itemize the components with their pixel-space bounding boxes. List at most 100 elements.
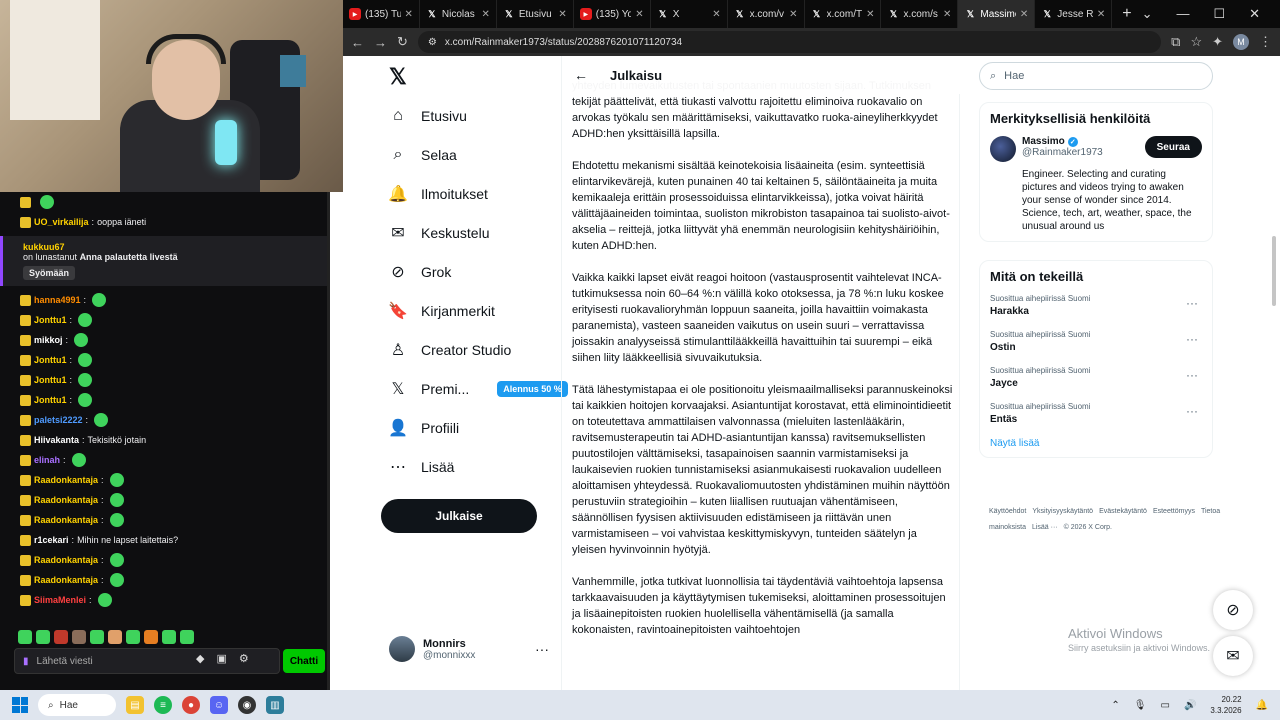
close-tab-icon[interactable]: ✕ bbox=[405, 9, 413, 20]
more-dots-icon[interactable]: ··· bbox=[535, 641, 549, 657]
more-dots-icon[interactable]: ··· bbox=[1186, 332, 1198, 346]
chevron-down-icon[interactable]: ⌄ bbox=[1142, 6, 1153, 22]
sidebar-item-more[interactable]: ⋯ Lisää bbox=[389, 454, 454, 480]
chat-badge-icon[interactable] bbox=[20, 574, 31, 586]
show-more-link[interactable]: Näytä lisää bbox=[990, 438, 1202, 449]
settings-gear-icon[interactable]: ⚙ bbox=[239, 652, 249, 665]
emote-icon[interactable] bbox=[109, 573, 124, 587]
footer-link[interactable]: Käyttöehdot bbox=[989, 508, 1026, 515]
notepad-icon[interactable]: ▥ bbox=[266, 696, 284, 714]
emote-icon[interactable] bbox=[109, 473, 124, 487]
back-arrow-icon[interactable]: ← bbox=[574, 67, 588, 83]
close-tab-icon[interactable]: ✕ bbox=[1097, 9, 1105, 20]
microphone-icon[interactable]: 🎙 bbox=[1134, 700, 1147, 711]
emote-icon[interactable] bbox=[108, 630, 122, 644]
close-tab-icon[interactable]: ✕ bbox=[943, 9, 951, 20]
chat-username[interactable]: elinah bbox=[34, 455, 60, 465]
close-tab-icon[interactable]: ✕ bbox=[1020, 9, 1028, 20]
browser-tab[interactable]: 𝕏 X ✕ bbox=[651, 0, 728, 28]
chevron-up-icon[interactable]: ⌃ bbox=[1111, 700, 1119, 711]
trend-item[interactable]: Suosittua aihepiirissä Suomi Harakka ··· bbox=[990, 294, 1202, 317]
extensions-icon[interactable]: ✦ bbox=[1212, 34, 1223, 50]
new-tab-button[interactable]: + bbox=[1112, 5, 1141, 23]
mic-icon[interactable]: ▮ bbox=[23, 656, 29, 667]
chat-badge-icon[interactable] bbox=[20, 494, 31, 506]
chat-badge-icon[interactable] bbox=[20, 216, 31, 228]
chat-send-button[interactable]: Chatti bbox=[283, 649, 325, 673]
emote-icon[interactable] bbox=[18, 630, 32, 644]
spotify-icon[interactable]: ≡ bbox=[154, 696, 172, 714]
sidebar-item-profile[interactable]: 👤 Profiili bbox=[388, 415, 459, 441]
chat-badge-icon[interactable] bbox=[20, 414, 31, 426]
emote-icon[interactable] bbox=[109, 553, 124, 567]
chat-username[interactable]: SiimaMenlei bbox=[34, 595, 86, 605]
emote-icon[interactable] bbox=[90, 630, 104, 644]
more-dots-icon[interactable]: ··· bbox=[1186, 404, 1198, 418]
chat-scrollbar[interactable] bbox=[327, 192, 330, 690]
emote-icon[interactable] bbox=[92, 293, 107, 307]
search-input[interactable]: ⌕ Hae bbox=[979, 62, 1213, 90]
discord-icon[interactable]: ☺ bbox=[210, 696, 228, 714]
footer-link[interactable]: Evästekäytäntö bbox=[1099, 508, 1147, 515]
close-tab-icon[interactable]: ✕ bbox=[789, 9, 797, 20]
gift-icon[interactable]: ▣ bbox=[216, 652, 226, 665]
footer-link[interactable]: Yksityisyyskäytäntö bbox=[1032, 508, 1093, 515]
clock[interactable]: 20.22 3.3.2026 bbox=[1210, 694, 1241, 716]
emote-icon[interactable] bbox=[109, 513, 124, 527]
chat-badge-icon[interactable] bbox=[20, 334, 31, 346]
emote-icon[interactable] bbox=[71, 453, 86, 467]
windows-start-icon[interactable] bbox=[12, 697, 28, 713]
browser-menu-icon[interactable]: ⋮ bbox=[1259, 34, 1272, 50]
network-icon[interactable]: ▭ bbox=[1161, 700, 1170, 711]
url-field[interactable]: ⚙ x.com/Rainmaker1973/status/20288762010… bbox=[417, 31, 1162, 53]
install-app-icon[interactable]: ⧉ bbox=[1171, 34, 1180, 50]
browser-tab[interactable]: ▶ (135) Tu ✕ bbox=[343, 0, 420, 28]
site-info-icon[interactable]: ⚙ bbox=[428, 37, 437, 48]
chat-badge-icon[interactable] bbox=[20, 474, 31, 486]
chat-badge-icon[interactable] bbox=[20, 314, 31, 326]
chat-username[interactable]: Jonttu1 bbox=[34, 375, 67, 385]
browser-tab[interactable]: 𝕏 Etusivu ✕ bbox=[497, 0, 574, 28]
emote-icon[interactable] bbox=[40, 195, 54, 209]
page-scrollbar[interactable] bbox=[1272, 236, 1276, 306]
messages-icon[interactable]: ✉ bbox=[1213, 636, 1253, 676]
close-window-button[interactable]: ✕ bbox=[1249, 6, 1260, 22]
sidebar-item-grok[interactable]: ⊘ Grok bbox=[389, 259, 451, 285]
emote-icon[interactable] bbox=[144, 630, 158, 644]
redeem-user[interactable]: kukkuu67 bbox=[23, 242, 310, 252]
close-tab-icon[interactable]: ✕ bbox=[712, 9, 720, 20]
browser-tab[interactable]: 𝕏x.com/v ✕ bbox=[728, 0, 805, 28]
trend-item[interactable]: Suosittua aihepiirissä Suomi Jayce ··· bbox=[990, 366, 1202, 389]
emote-icon[interactable] bbox=[162, 630, 176, 644]
chat-username[interactable]: paletsi2222 bbox=[34, 415, 83, 425]
close-tab-icon[interactable]: ✕ bbox=[558, 9, 566, 20]
sidebar-item-creator-studio[interactable]: ♙ Creator Studio bbox=[389, 337, 511, 363]
close-tab-icon[interactable]: ✕ bbox=[866, 9, 874, 20]
minimize-button[interactable]: — bbox=[1176, 6, 1189, 22]
chat-username[interactable]: Raadonkantaja bbox=[34, 575, 98, 585]
footer-link[interactable]: © 2026 X Corp. bbox=[1064, 524, 1112, 531]
browser-tab[interactable]: 𝕏 Nicolas ✕ bbox=[420, 0, 497, 28]
trend-item[interactable]: Suosittua aihepiirissä Suomi Entäs ··· bbox=[990, 402, 1202, 425]
sidebar-item-explore[interactable]: ⌕ Selaa bbox=[389, 142, 457, 168]
sidebar-item-home[interactable]: ⌂ Etusivu bbox=[389, 103, 467, 129]
forward-arrow-icon[interactable]: → bbox=[374, 35, 387, 50]
chat-username[interactable]: Jonttu1 bbox=[34, 355, 67, 365]
emote-icon[interactable] bbox=[109, 493, 124, 507]
more-dots-icon[interactable]: ··· bbox=[1186, 296, 1198, 310]
emote-icon[interactable] bbox=[78, 373, 93, 387]
chat-badge-icon[interactable] bbox=[20, 534, 31, 546]
chat-username[interactable]: UO_virkailija bbox=[34, 217, 89, 227]
emote-icon[interactable] bbox=[94, 413, 109, 427]
chat-badge-icon[interactable] bbox=[20, 594, 31, 606]
emote-icon[interactable] bbox=[180, 630, 194, 644]
sidebar-item-bookmarks[interactable]: 🔖 Kirjanmerkit bbox=[388, 298, 495, 324]
chat-username[interactable]: Hiivakanta bbox=[34, 435, 79, 445]
chat-badge-icon[interactable] bbox=[20, 554, 31, 566]
chat-badge-icon[interactable] bbox=[20, 374, 31, 386]
emote-icon[interactable] bbox=[36, 630, 50, 644]
emote-icon[interactable] bbox=[54, 630, 68, 644]
browser-tab[interactable]: 𝕏x.com/T ✕ bbox=[805, 0, 882, 28]
emote-icon[interactable] bbox=[72, 630, 86, 644]
browser-tab[interactable]: 𝕏 Jesse Ru ✕ bbox=[1035, 0, 1113, 28]
